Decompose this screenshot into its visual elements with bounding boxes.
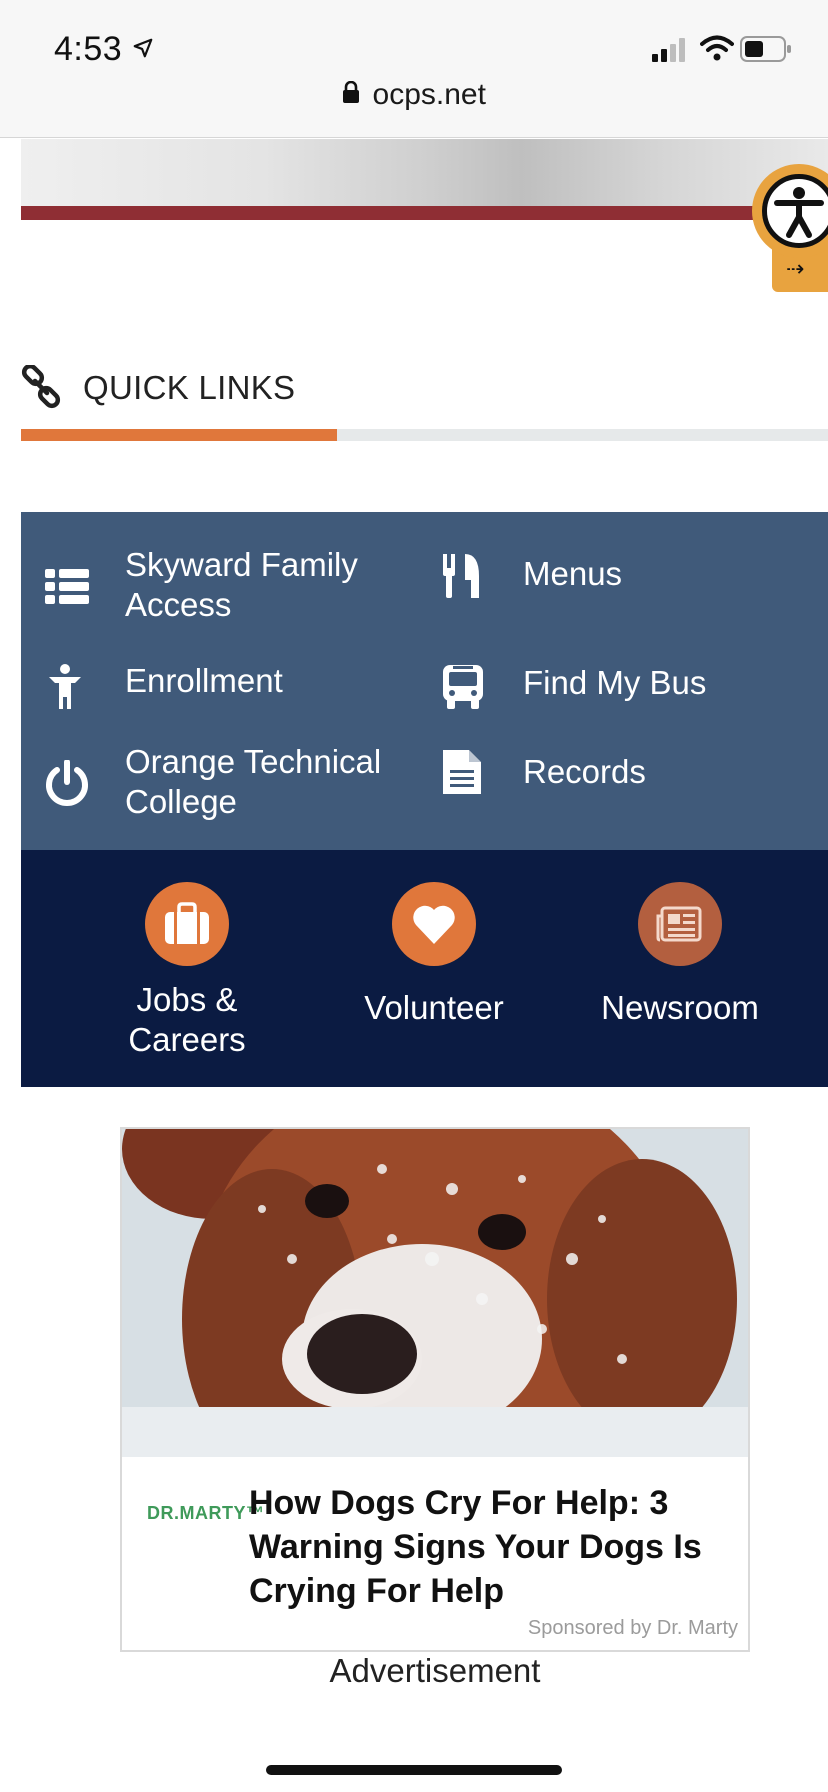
- quick-link-skyward[interactable]: Skyward Family Access: [43, 545, 403, 625]
- quick-link-label: Skyward Family: [125, 546, 358, 583]
- ad-sponsor: Sponsored by Dr. Marty: [527, 1617, 738, 1639]
- quick-link-records[interactable]: Records: [441, 748, 801, 798]
- quick-link-label: Enrollment: [125, 662, 283, 699]
- browser-top-bar: 4:53 ocps.net: [0, 0, 828, 138]
- quick-link-label: Orange Technical: [125, 743, 382, 780]
- quick-link-label: Records: [523, 753, 646, 790]
- feature-label: Jobs &: [136, 981, 238, 1018]
- child-icon: [49, 664, 81, 709]
- ad-brand-logo: DR.MARTY™: [147, 1503, 265, 1523]
- quick-link-label: College: [125, 783, 237, 820]
- document-icon: [443, 750, 481, 794]
- quick-links-title: QUICK LINKS: [83, 369, 296, 406]
- feature-label: Volunteer: [364, 989, 504, 1026]
- feature-icon-circle: [145, 882, 229, 966]
- feature-label: Careers: [128, 1021, 246, 1058]
- quick-link-orange-technical-college[interactable]: Orange Technical College: [43, 742, 403, 822]
- wifi-icon: [700, 35, 734, 61]
- power-icon: [46, 760, 88, 806]
- url-text: ocps.net: [372, 78, 486, 111]
- advertisement-label: Advertisement: [329, 1652, 541, 1689]
- hero-image: [21, 139, 828, 206]
- hero-accent-stripe: [21, 206, 828, 220]
- quick-link-menus[interactable]: Menus: [441, 552, 801, 602]
- bus-icon: [443, 665, 483, 709]
- arrow-right-icon: ⇢: [786, 256, 805, 281]
- briefcase-icon: [165, 902, 209, 944]
- cell-signal-icon: [652, 38, 685, 62]
- quick-link-label: Menus: [523, 555, 623, 592]
- feature-volunteer[interactable]: Volunteer: [324, 882, 544, 1028]
- feature-icon-circle: [392, 882, 476, 966]
- quick-link-find-my-bus[interactable]: Find My Bus: [441, 661, 801, 711]
- section-divider-accent: [21, 429, 337, 441]
- ad-image: [122, 1129, 748, 1457]
- status-time: 4:53: [54, 30, 123, 68]
- newspaper-icon: [656, 906, 702, 942]
- home-indicator[interactable]: [266, 1765, 562, 1775]
- accessibility-icon: [762, 174, 828, 248]
- feature-jobs-careers[interactable]: Jobs & Careers: [77, 882, 297, 1060]
- feature-icon-circle: [638, 882, 722, 966]
- location-arrow-icon: [133, 38, 153, 58]
- quick-link-label: Find My Bus: [523, 664, 707, 701]
- quick-link-label: Access: [125, 586, 232, 623]
- quick-link-enrollment[interactable]: Enrollment: [43, 661, 403, 711]
- lock-icon: [343, 81, 360, 103]
- advertisement-card[interactable]: DR.MARTY™ How Dogs Cry For Help: 3 Warni…: [120, 1127, 750, 1652]
- address-bar[interactable]: ocps.net: [0, 78, 828, 118]
- utensils-icon: [443, 554, 479, 598]
- battery-icon: [740, 36, 791, 62]
- feature-label: Newsroom: [601, 989, 759, 1026]
- link-icon: [21, 365, 61, 409]
- feature-newsroom[interactable]: Newsroom: [570, 882, 790, 1028]
- list-icon: [45, 569, 89, 604]
- ad-headline[interactable]: How Dogs Cry For Help: 3 Warning Signs Y…: [249, 1481, 729, 1613]
- heart-icon: [413, 905, 455, 944]
